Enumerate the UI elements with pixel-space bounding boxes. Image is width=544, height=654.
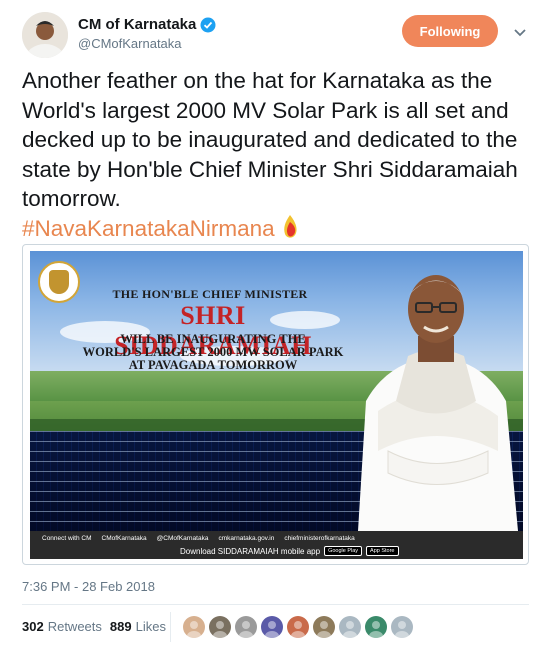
author-handle[interactable]: @CMofKarnataka [78, 36, 216, 51]
liker-avatar[interactable] [313, 616, 335, 638]
retweets-label: Retweets [47, 619, 102, 634]
divider [22, 604, 529, 605]
banner-subtitle-line: AT PAVAGADA TOMORROW [128, 358, 298, 372]
connect-label: Connect with CM [42, 535, 92, 542]
tweet-header: CM of Karnataka @CMofKarnataka Following [22, 10, 532, 58]
likes-label: Likes [135, 619, 166, 634]
liker-avatar[interactable] [287, 616, 309, 638]
author-info: CM of Karnataka @CMofKarnataka [78, 16, 216, 51]
retweets-stat[interactable]: 302 Retweets [22, 619, 102, 634]
stats-separator [170, 612, 171, 642]
banner-image[interactable]: THE HON'BLE CHIEF MINISTER SHRI SIDDARAM… [30, 251, 523, 559]
author-display-name[interactable]: CM of Karnataka [78, 16, 196, 33]
youtube-link: chiefministerofkarnataka [284, 535, 355, 542]
liker-avatar[interactable] [365, 616, 387, 638]
tweet-timestamp[interactable]: 7:36 PM - 28 Feb 2018 [22, 579, 155, 594]
facebook-link: CMofKarnataka [101, 535, 147, 542]
likes-count: 889 [109, 619, 132, 634]
following-button[interactable]: Following [402, 15, 498, 47]
app-download: Download SIDDARAMAIAH mobile app Google … [180, 546, 399, 556]
retweets-count: 302 [22, 619, 44, 634]
tweet-stats: 302 Retweets 889 Likes [22, 619, 174, 634]
banner-footer: Connect with CM CMofKarnataka @CMofKarna… [30, 531, 523, 559]
google-play-badge: Google Play [324, 546, 363, 556]
media-card[interactable]: THE HON'BLE CHIEF MINISTER SHRI SIDDARAM… [22, 244, 529, 565]
website-link: cmkarnataka.gov.in [218, 535, 275, 542]
app-store-badge: App Store [366, 546, 399, 556]
liker-avatar[interactable] [209, 616, 231, 638]
author-avatar[interactable] [22, 12, 68, 58]
liker-avatar[interactable] [183, 616, 205, 638]
download-label: Download SIDDARAMAIAH mobile app [180, 546, 321, 556]
twitter-link: @CMofKarnataka [156, 535, 209, 542]
liker-avatar[interactable] [235, 616, 257, 638]
liker-avatar[interactable] [339, 616, 361, 638]
tweet-text: Another feather on the hat for Karnataka… [22, 66, 527, 243]
government-emblem-icon [38, 261, 80, 303]
banner-title-line: THE HON'BLE CHIEF MINISTER [112, 287, 308, 301]
liker-avatars [183, 616, 413, 638]
banner-subtitle: WILL BE INAUGURATING THE WORLD'S LARGEST… [78, 333, 348, 372]
social-links: Connect with CM CMofKarnataka @CMofKarna… [42, 535, 512, 542]
liker-avatar[interactable] [391, 616, 413, 638]
tweet-body: Another feather on the hat for Karnataka… [22, 68, 518, 211]
liker-avatar[interactable] [261, 616, 283, 638]
verified-badge-icon [200, 17, 216, 32]
karnataka-flag-icon [283, 214, 297, 238]
likes-stat[interactable]: 889 Likes [110, 619, 166, 634]
chief-minister-photo [358, 275, 518, 531]
hashtag-link[interactable]: #NavaKarnatakaNirmana [22, 216, 275, 241]
chevron-down-icon[interactable] [513, 25, 527, 39]
